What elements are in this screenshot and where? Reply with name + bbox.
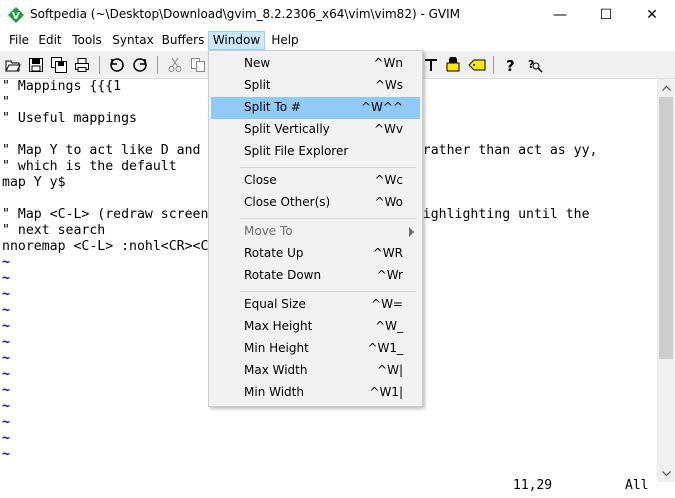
gvim-app-icon: V [8, 7, 24, 23]
menu-item-split-file-explorer[interactable]: Split File Explorer [211, 141, 420, 163]
menu-item-rotate-down[interactable]: Rotate Down ^Wr [211, 265, 420, 287]
menu-item-rotate-up[interactable]: Rotate Up ^WR [211, 243, 420, 265]
menu-item-max-width[interactable]: Max Width ^W| [211, 360, 420, 382]
empty-line-tilde: ~ [2, 399, 10, 414]
editor-line: " which is the default [2, 159, 177, 174]
undo-icon [110, 58, 124, 72]
menu-buffers[interactable]: Buffers [158, 31, 208, 50]
scroll-indicator: All [625, 478, 649, 493]
scroll-up-button[interactable] [657, 79, 675, 96]
menu-item-split[interactable]: Split ^Ws [211, 75, 420, 97]
window-menu-dropdown: New ^Wn Split ^Ws Split To # ^W^^ Split … [208, 50, 423, 407]
scroll-down-button[interactable] [657, 465, 675, 482]
editor-line: " [2, 95, 10, 110]
editor-line: " Mappings {{{1 [2, 79, 122, 94]
status-line: 11,29 All [0, 477, 657, 495]
question-icon: ? [506, 57, 515, 73]
save-all-icon [51, 57, 67, 73]
tag-jump-button[interactable] [422, 56, 440, 74]
empty-line-tilde: ~ [2, 431, 10, 446]
empty-line-tilde: ~ [2, 447, 10, 462]
save-button[interactable] [27, 56, 45, 74]
empty-line-tilde: ~ [2, 351, 10, 366]
chevron-up-icon [661, 85, 671, 91]
empty-line-tilde: ~ [2, 367, 10, 382]
menu-syntax[interactable]: Syntax [108, 31, 158, 50]
close-icon: ✕ [646, 7, 658, 23]
menu-separator [240, 167, 416, 168]
menu-bar: File Edit Tools Syntax Buffers Window He… [0, 30, 675, 52]
menu-item-split-vertically[interactable]: Split Vertically ^Wv [211, 119, 420, 141]
editor-line: map Y y$ [2, 175, 66, 190]
menu-item-min-width[interactable]: Min Width ^W1| [211, 382, 420, 404]
svg-text:?: ? [506, 57, 515, 73]
maximize-icon: ☐ [599, 7, 613, 23]
menu-item-split-to[interactable]: Split To # ^W^^ [211, 97, 420, 119]
minimize-icon: — [553, 7, 567, 23]
editor-line: " Useful mappings [2, 111, 137, 126]
empty-line-tilde: ~ [2, 287, 10, 302]
submenu-arrow-icon [409, 227, 414, 237]
menu-item-min-height[interactable]: Min Height ^W1_ [211, 338, 420, 360]
empty-line-tilde: ~ [2, 303, 10, 318]
make-button[interactable] [444, 56, 462, 74]
menu-tools[interactable]: Tools [66, 31, 108, 50]
copy-button[interactable] [189, 56, 207, 74]
scrollbar-thumb[interactable] [659, 97, 673, 359]
redo-button[interactable] [131, 56, 149, 74]
undo-button[interactable] [108, 56, 126, 74]
empty-line-tilde: ~ [2, 255, 10, 270]
menu-item-max-height[interactable]: Max Height ^W_ [211, 316, 420, 338]
menu-item-new[interactable]: New ^Wn [211, 53, 420, 75]
close-button[interactable]: ✕ [629, 0, 675, 30]
help-button[interactable]: ? [501, 56, 519, 74]
menu-window[interactable]: Window [208, 31, 265, 50]
maximize-button[interactable]: ☐ [583, 0, 629, 30]
tag-button[interactable] [468, 56, 486, 74]
redo-icon [133, 58, 147, 72]
menu-item-close[interactable]: Close ^Wc [211, 170, 420, 192]
tag-jump-icon [425, 59, 437, 71]
empty-line-tilde: ~ [2, 383, 10, 398]
minimize-button[interactable]: — [537, 0, 583, 30]
print-button[interactable] [73, 56, 91, 74]
find-help-icon: ? [528, 58, 543, 73]
copy-icon [191, 58, 205, 72]
toolbar-separator [157, 56, 158, 74]
menu-separator [240, 291, 416, 292]
menu-file[interactable]: File [4, 31, 34, 50]
toolbar-separator [99, 56, 100, 74]
title-bar: V Softpedia (~\Desktop\Download\gvim_8.2… [0, 0, 675, 30]
editor-line: nnoremap <C-L> :nohl<CR><C-L> [2, 239, 233, 254]
window-title: Softpedia (~\Desktop\Download\gvim_8.2.2… [30, 7, 460, 21]
yellow-tag-icon [468, 59, 486, 71]
save-icon [29, 58, 43, 72]
empty-line-tilde: ~ [2, 271, 10, 286]
cursor-position: 11,29 [513, 478, 553, 493]
menu-item-equal-size[interactable]: Equal Size ^W= [211, 294, 420, 316]
svg-text:V: V [12, 11, 20, 22]
find-help-button[interactable]: ? [526, 56, 544, 74]
empty-line-tilde: ~ [2, 415, 10, 430]
menu-item-move-to[interactable]: Move To [211, 221, 420, 243]
menu-help[interactable]: Help [265, 31, 305, 50]
vertical-scrollbar[interactable] [657, 79, 675, 482]
make-icon [446, 57, 460, 72]
cut-button[interactable] [166, 56, 184, 74]
menu-edit[interactable]: Edit [34, 31, 66, 50]
menu-separator [240, 218, 416, 219]
open-folder-icon [5, 60, 21, 72]
empty-line-tilde: ~ [2, 319, 10, 334]
chevron-down-icon [661, 470, 671, 476]
scissors-icon [168, 57, 182, 72]
empty-line-tilde: ~ [2, 335, 10, 350]
editor-line: " next search [2, 223, 106, 238]
toolbar-separator [493, 56, 494, 74]
printer-icon [75, 58, 89, 72]
save-all-button[interactable] [50, 56, 68, 74]
menu-item-close-others[interactable]: Close Other(s) ^Wo [211, 192, 420, 214]
open-file-button[interactable] [4, 56, 22, 74]
